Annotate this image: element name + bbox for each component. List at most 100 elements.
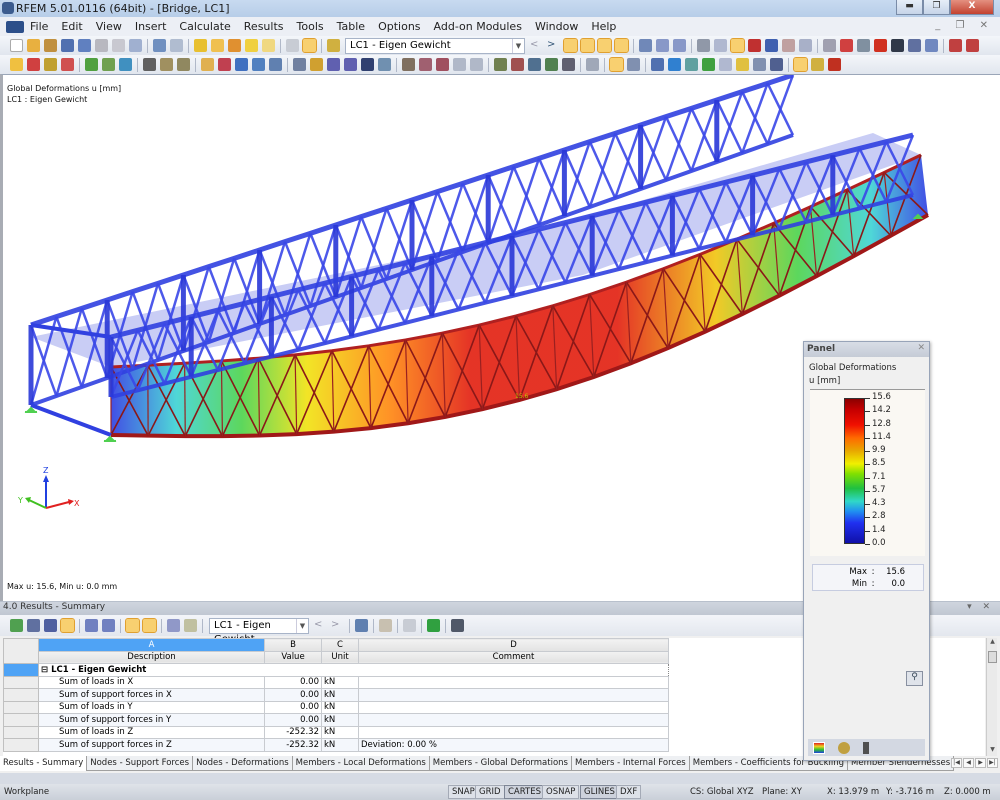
- table-row[interactable]: Sum of support forces in Z -252.32 kN De…: [3, 738, 669, 752]
- save-block-icon[interactable]: [61, 39, 74, 52]
- row-header[interactable]: [3, 713, 39, 727]
- view-z-axis-icon[interactable]: [528, 58, 541, 71]
- menu-add-on-modules[interactable]: Add-on Modules: [434, 20, 522, 33]
- lighting-icon[interactable]: [811, 58, 824, 71]
- select-window-icon[interactable]: [218, 58, 231, 71]
- row-header[interactable]: [3, 725, 39, 739]
- next-icon[interactable]: >: [547, 39, 560, 52]
- glines-toggle[interactable]: GLINES: [580, 785, 619, 799]
- column-letter-d[interactable]: D: [358, 638, 669, 652]
- panel-toggle-icon[interactable]: [302, 38, 317, 53]
- previous-icon[interactable]: <: [314, 619, 327, 632]
- node-icon[interactable]: [10, 58, 23, 71]
- scroll-up-icon[interactable]: ▲: [987, 638, 998, 648]
- menu-results[interactable]: Results: [244, 20, 284, 33]
- table-row[interactable]: Sum of loads in Z -252.32 kN: [3, 725, 669, 739]
- restore-button[interactable]: ❐: [923, 0, 950, 15]
- column-letter-a[interactable]: A: [38, 638, 265, 652]
- tab-nodes-deformations[interactable]: Nodes - Deformations: [192, 756, 293, 771]
- mdi-controls[interactable]: _ ❐ ✕: [935, 20, 994, 31]
- zoom-out-icon[interactable]: [436, 58, 449, 71]
- value-labels-icon[interactable]: [614, 38, 629, 53]
- load-surface-icon[interactable]: [361, 58, 374, 71]
- animate-icon[interactable]: [639, 39, 652, 52]
- mirror-icon[interactable]: [857, 39, 870, 52]
- relation-2-icon[interactable]: [142, 618, 157, 633]
- tab-results-summary[interactable]: Results - Summary: [0, 756, 88, 771]
- close-icon[interactable]: ✕: [917, 343, 925, 353]
- column-letter-c[interactable]: C: [321, 638, 359, 652]
- table-filter-icon[interactable]: [10, 619, 23, 632]
- camera-icon[interactable]: [908, 39, 921, 52]
- load-line-icon[interactable]: [344, 58, 357, 71]
- columns-icon[interactable]: [167, 619, 180, 632]
- table-icon[interactable]: [286, 39, 299, 52]
- export-table-icon[interactable]: [44, 619, 57, 632]
- polyline-icon[interactable]: [61, 58, 74, 71]
- menu-insert[interactable]: Insert: [135, 20, 167, 33]
- next-table-icon[interactable]: [102, 619, 115, 632]
- colored-surface-icon[interactable]: [668, 58, 681, 71]
- save-icon[interactable]: [78, 39, 91, 52]
- zoom-window-icon[interactable]: [419, 58, 432, 71]
- table-row[interactable]: Sum of support forces in Y 0.00 kN: [3, 713, 669, 727]
- tab-nodes-support-forces[interactable]: Nodes - Support Forces: [86, 756, 194, 771]
- network-icon[interactable]: [925, 39, 938, 52]
- column-header-value[interactable]: Value: [264, 650, 322, 664]
- scale-2-icon[interactable]: [673, 39, 686, 52]
- delete-cross-icon[interactable]: [874, 39, 887, 52]
- surface-plane-icon[interactable]: [753, 58, 766, 71]
- cartes-toggle[interactable]: CARTES: [504, 785, 545, 799]
- import-icon[interactable]: [966, 39, 979, 52]
- member-icon[interactable]: [44, 58, 57, 71]
- view-z-icon[interactable]: [782, 39, 795, 52]
- export-icon[interactable]: [949, 39, 962, 52]
- view-3d-icon[interactable]: [730, 38, 745, 53]
- grid-icon[interactable]: [697, 39, 710, 52]
- select-surface-icon[interactable]: [235, 58, 248, 71]
- menu-file[interactable]: File: [30, 20, 48, 33]
- row-header[interactable]: [3, 700, 39, 714]
- tab-members-local-deformations[interactable]: Members - Local Deformations: [291, 756, 430, 771]
- line-icon[interactable]: [27, 58, 40, 71]
- view-x-icon[interactable]: [748, 39, 761, 52]
- previous-table-icon[interactable]: [85, 619, 98, 632]
- surface-icon[interactable]: [119, 58, 132, 71]
- row-header[interactable]: [3, 738, 39, 752]
- last-tab-icon[interactable]: ▶|: [987, 758, 998, 768]
- grid-layout-icon[interactable]: [736, 58, 749, 71]
- balance-icon[interactable]: [838, 741, 850, 754]
- column-header-comment[interactable]: Comment: [358, 650, 669, 664]
- zoom-search-icon[interactable]: ⚲: [906, 671, 923, 686]
- display-mode-icon[interactable]: [562, 58, 575, 71]
- menu-tools[interactable]: Tools: [297, 20, 324, 33]
- tree-icon[interactable]: [702, 58, 715, 71]
- hinge-icon[interactable]: [143, 58, 156, 71]
- solid-icon[interactable]: [252, 58, 265, 71]
- redo-icon[interactable]: [170, 39, 183, 52]
- target-icon[interactable]: [228, 39, 241, 52]
- add-note-icon[interactable]: [245, 39, 258, 52]
- color-bars-icon[interactable]: [60, 618, 75, 633]
- view-y-icon[interactable]: [765, 39, 778, 52]
- info-icon[interactable]: [891, 39, 904, 52]
- dxf-toggle[interactable]: DXF: [616, 785, 642, 799]
- measure-icon[interactable]: [719, 58, 732, 71]
- next-tab-icon[interactable]: ▶: [975, 758, 986, 768]
- load-free-icon[interactable]: [378, 58, 391, 71]
- next-icon[interactable]: >: [331, 619, 344, 632]
- color-scale-icon[interactable]: [813, 741, 825, 754]
- load-member-icon[interactable]: [327, 58, 340, 71]
- edit-icon[interactable]: [194, 39, 207, 52]
- table-row[interactable]: Sum of loads in X 0.00 kN: [3, 675, 669, 689]
- menu-edit[interactable]: Edit: [61, 20, 82, 33]
- edit-table-icon[interactable]: [184, 619, 197, 632]
- settings-icon[interactable]: [714, 39, 727, 52]
- deformation-icon[interactable]: [609, 57, 624, 72]
- solid-box-icon[interactable]: [685, 58, 698, 71]
- row-header[interactable]: [3, 688, 39, 702]
- view-y-axis-icon[interactable]: [511, 58, 524, 71]
- render-icon[interactable]: [627, 58, 640, 71]
- table-scrollbar[interactable]: ▲ ▼: [986, 638, 997, 756]
- show-results-icon[interactable]: [597, 38, 612, 53]
